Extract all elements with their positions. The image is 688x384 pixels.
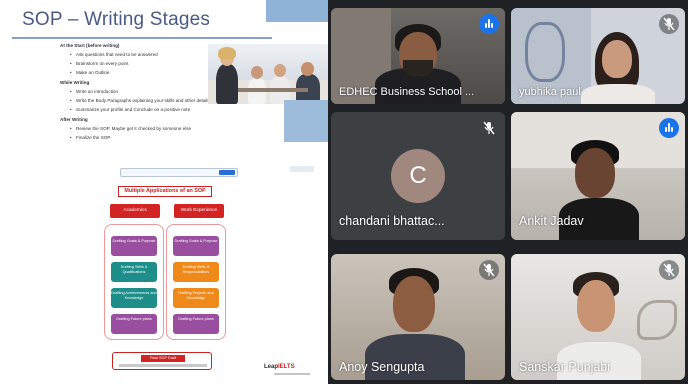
bullet-item: Brainstorm on every point [70, 61, 210, 67]
section-heading: While Writing [60, 80, 90, 85]
participant-tile-ankit[interactable]: Ankit Jadav [511, 112, 685, 240]
slide-title-underline [12, 37, 272, 39]
slide-decor-box [284, 100, 328, 142]
bullet-item: Make an Outline [70, 70, 210, 76]
bullet-item: Ask questions that need to be answered [70, 52, 210, 58]
speaking-indicator-icon [479, 14, 499, 34]
flow-cell: Drafting Goals & Purpose [173, 236, 219, 256]
participant-tile-yubhika[interactable]: yubhika paul [511, 8, 685, 104]
mic-off-icon [479, 118, 499, 138]
flow-cell: Drafting Skills & Qualifications [111, 262, 157, 282]
flow-left-header: Academics [110, 204, 160, 218]
bullet-item: Finalize the SOP [70, 135, 210, 141]
slide-bullets: At the Start (before writing) Ask questi… [60, 42, 210, 141]
participant-tile-chandani[interactable]: C chandani bhattac... [331, 112, 505, 240]
participant-tile-edhec[interactable]: EDHEC Business School ... [331, 8, 505, 104]
bullet-item: Summarize your profile and Conclude on a… [70, 107, 210, 113]
slide-footer-logo [290, 166, 314, 172]
participant-tile-sanskar[interactable]: Sanskar Punjabi [511, 254, 685, 380]
slide-top-half: SOP – Writing Stages At the Start (befor… [0, 0, 328, 180]
section-heading: After Writing [60, 117, 88, 122]
screen-share-notice[interactable] [120, 168, 238, 177]
flow-cell: Drafting Goals & Purpose [111, 236, 157, 256]
flow-cell: Drafting Future plans [173, 314, 219, 334]
bullet-item: Review the SOP. Maybe get it checked by … [70, 126, 210, 132]
slide-title: SOP – Writing Stages [22, 9, 211, 30]
brand-logo: LeapIELTS [264, 364, 295, 370]
slide-decor-bar [266, 0, 328, 22]
participant-name: Anoy Sengupta [339, 360, 425, 374]
stop-sharing-button[interactable] [219, 170, 235, 175]
flowchart-title: Multiple Applications of an SOP [118, 186, 212, 197]
participant-name: chandani bhattac... [339, 214, 445, 228]
brand-tagline [274, 373, 310, 375]
mic-off-icon [659, 14, 679, 34]
participant-tile-anoy[interactable]: Anoy Sengupta [331, 254, 505, 380]
flow-final-box: Final SOP Draft [112, 352, 212, 370]
mic-off-icon [479, 260, 499, 280]
flow-cell: Drafting Skills & Responsibilities [173, 262, 219, 282]
slide-flowchart: Multiple Applications of an SOP Academic… [0, 180, 328, 384]
participant-name: EDHEC Business School ... [339, 86, 475, 98]
section-heading: At the Start (before writing) [60, 43, 120, 48]
avatar: C [391, 149, 445, 203]
speaking-indicator-icon [659, 118, 679, 138]
participant-grid: EDHEC Business School ... yubhika paul C… [328, 0, 688, 384]
slide-office-photo [208, 44, 328, 104]
bullet-item: Write the Body Paragraphs explaining you… [70, 98, 210, 104]
flow-cell: Drafting Future plans [111, 314, 157, 334]
flow-cell: Drafting Achievements and Knowledge [111, 288, 157, 308]
participant-name: yubhika paul [519, 86, 581, 98]
shared-screen: SOP – Writing Stages At the Start (befor… [0, 0, 328, 384]
final-sop-label: Final SOP Draft [141, 355, 185, 362]
mic-off-icon [659, 260, 679, 280]
flow-right-header: Work Experience [174, 204, 224, 218]
participant-name: Ankit Jadav [519, 214, 584, 228]
bullet-item: Write an introduction [70, 89, 210, 95]
final-sop-caption [119, 364, 207, 367]
participant-name: Sanskar Punjabi [519, 360, 611, 374]
flow-cell: Drafting Projects and Knowledge [173, 288, 219, 308]
